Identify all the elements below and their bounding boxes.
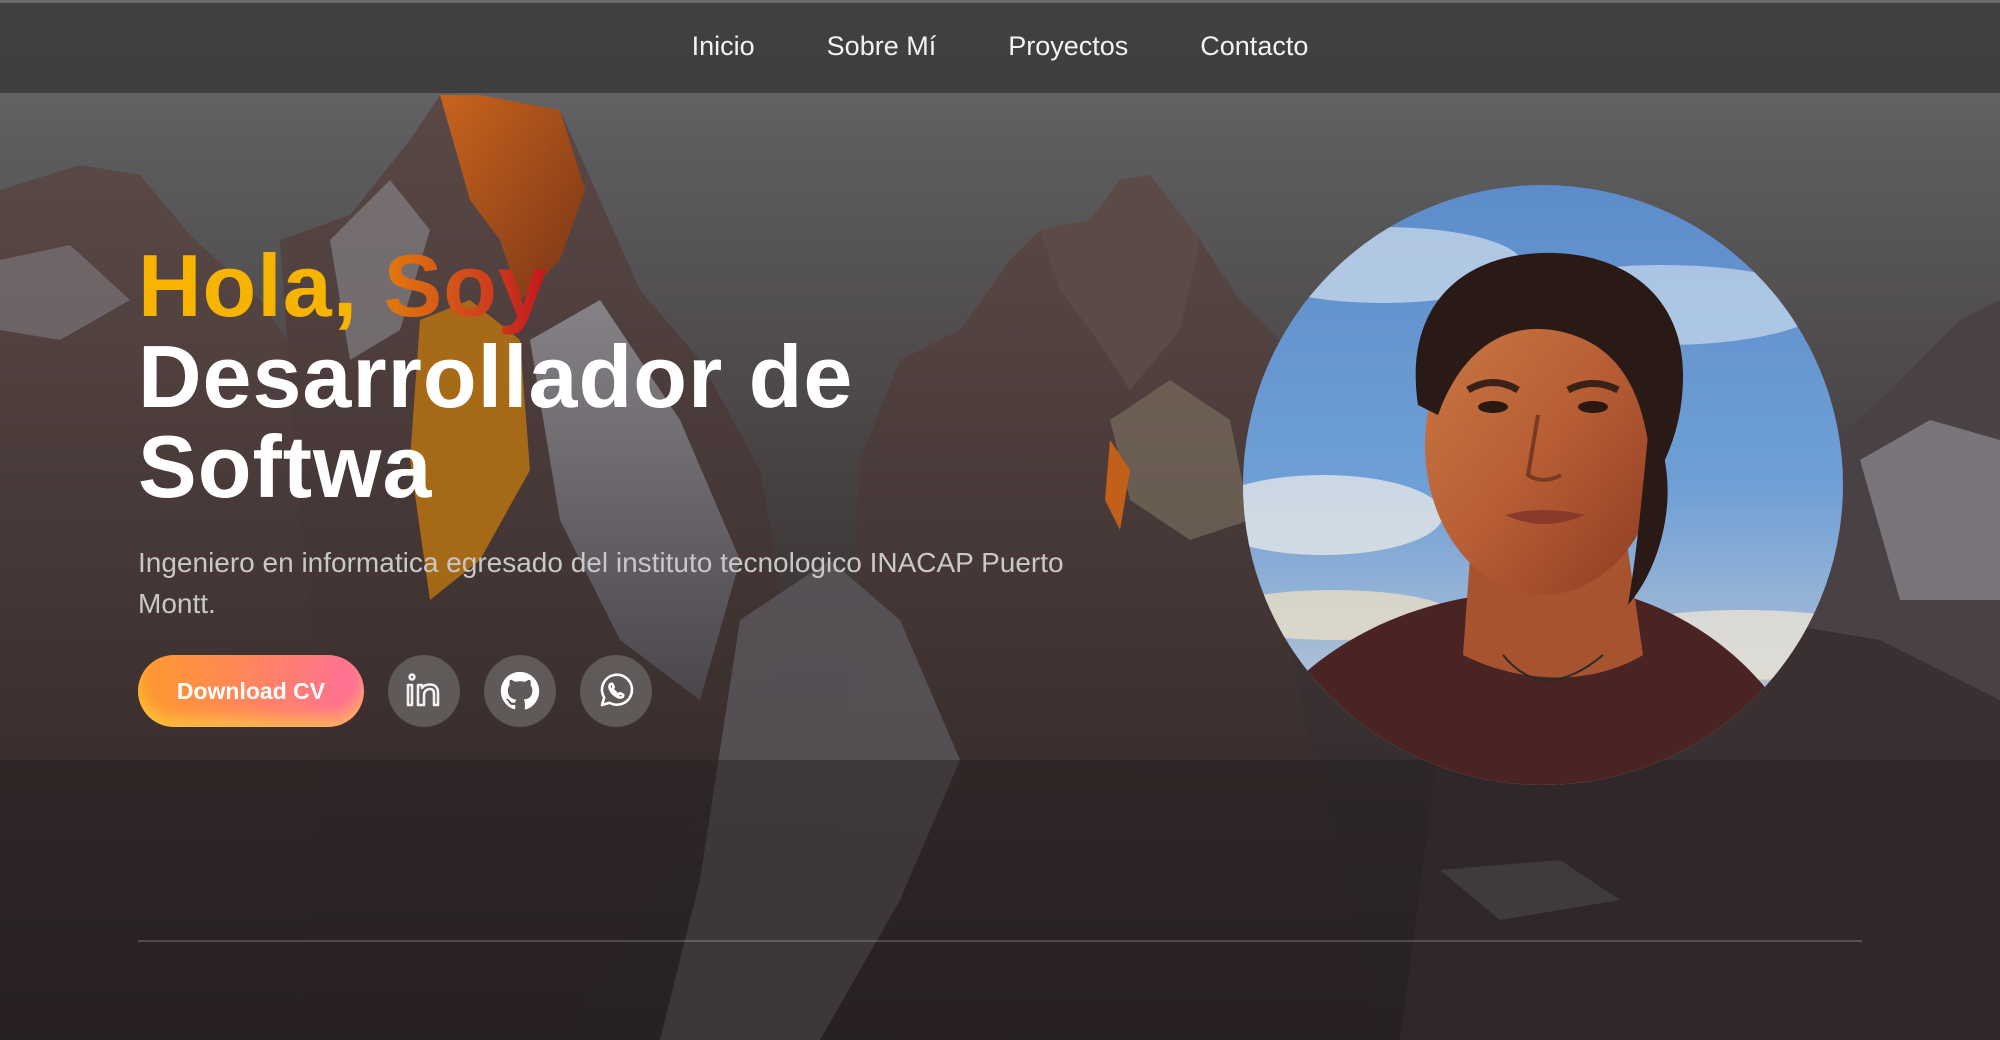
page: Inicio Sobre Mí Proyectos Contacto Hola,…: [0, 0, 2000, 1040]
github-button[interactable]: [484, 655, 556, 727]
download-cv-button[interactable]: Download CV: [138, 655, 364, 727]
greeting-word-soy: Soy: [383, 236, 548, 335]
greeting-word-hola: Hola,: [138, 236, 359, 335]
hero-actions: Download CV: [138, 655, 652, 727]
profile-photo: [1243, 185, 1843, 785]
top-navbar: Inicio Sobre Mí Proyectos Contacto: [0, 0, 2000, 93]
hero-role-line-2: Softwa: [138, 417, 433, 516]
nav-link-proyectos[interactable]: Proyectos: [1008, 31, 1128, 66]
linkedin-icon: [406, 673, 440, 707]
hero-section: Hola, Soy Desarrollador de Softwa Ingeni…: [138, 240, 1158, 624]
profile-photo-image: [1243, 185, 1843, 785]
hero-role-line-1: Desarrollador de: [138, 327, 854, 426]
hero-greeting: Hola, Soy: [138, 240, 1158, 332]
nav-link-sobre-mi[interactable]: Sobre Mí: [827, 31, 937, 66]
whatsapp-icon: [600, 673, 634, 707]
github-icon: [500, 671, 540, 710]
hero-description: Ingeniero en informatica egresado del in…: [138, 547, 1064, 619]
linkedin-button[interactable]: [388, 655, 460, 727]
section-divider: [138, 940, 1862, 942]
nav-link-contacto[interactable]: Contacto: [1200, 31, 1308, 66]
whatsapp-button[interactable]: [580, 655, 652, 727]
nav-link-inicio[interactable]: Inicio: [692, 31, 755, 66]
